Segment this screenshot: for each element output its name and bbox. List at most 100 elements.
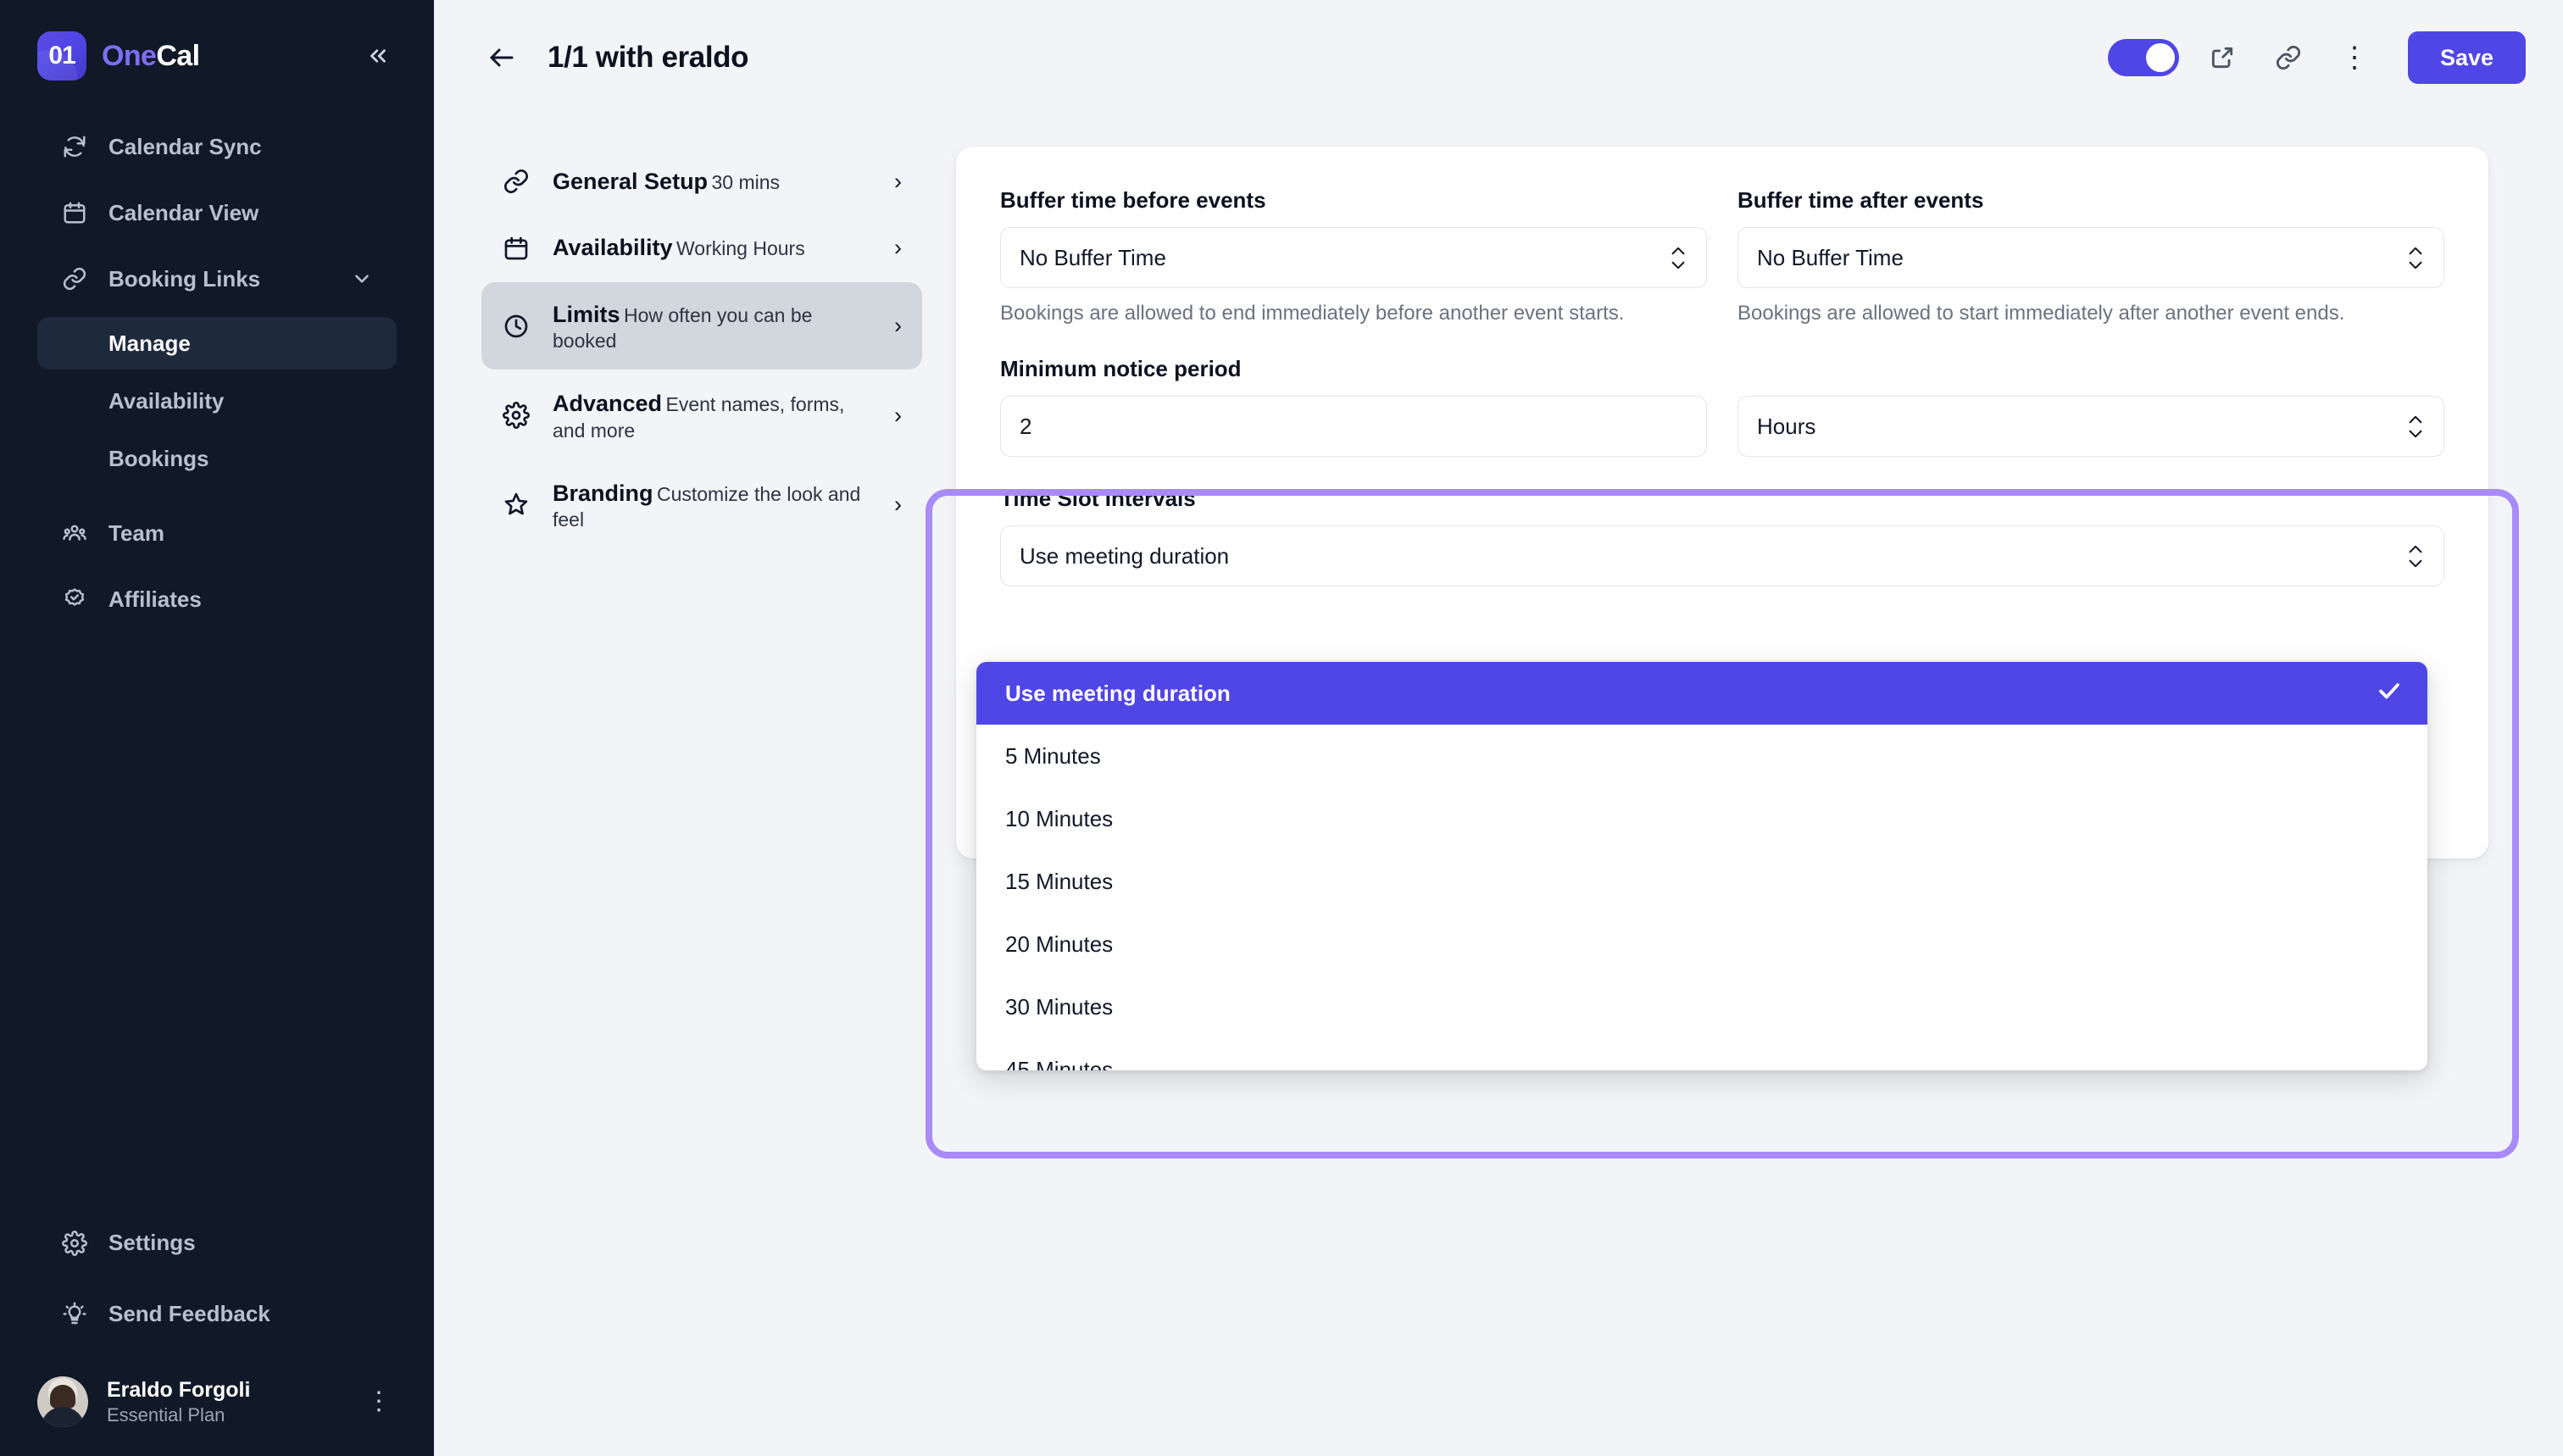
buffer-before-select[interactable]: No Buffer Time (1000, 227, 1707, 288)
minimum-notice-amount-input[interactable]: 2 (1000, 396, 1707, 458)
link-icon (502, 167, 531, 196)
sidebar-item-manage[interactable]: Manage (37, 317, 397, 370)
calendar-icon (61, 199, 88, 226)
sidebar-item-label: Settings (108, 1230, 196, 1256)
buffer-before-label: Buffer time before events (1000, 187, 1266, 213)
dropdown-option-30-minutes[interactable]: 30 Minutes (976, 975, 2427, 1038)
settings-nav-text: General Setup 30 mins (553, 166, 872, 197)
settings-nav-text: Advanced Event names, forms, and more (553, 388, 872, 442)
sidebar-item-booking-links[interactable]: Booking Links (37, 251, 397, 307)
settings-nav-item-availability[interactable]: Availability Working Hours › (481, 215, 922, 280)
sidebar-item-calendar-sync[interactable]: Calendar Sync (37, 119, 397, 175)
settings-nav-item-branding[interactable]: Branding Customize the look and feel › (481, 461, 922, 548)
sync-icon (61, 133, 88, 160)
chevron-right-icon: › (894, 313, 902, 339)
dropdown-option-45-minutes[interactable]: 45 Minutes (976, 1038, 2427, 1071)
settings-nav-title: Advanced (553, 391, 663, 417)
star-icon (502, 490, 531, 519)
arrow-left-icon[interactable] (481, 37, 522, 78)
sidebar-item-availability[interactable]: Availability (37, 375, 397, 427)
brand-name-one: One (102, 39, 157, 72)
minimum-notice-inputs: 2 Hours (1000, 396, 2444, 458)
settings-nav-title: Availability (553, 235, 673, 261)
settings-nav-text: Limits How often you can be booked (553, 299, 872, 353)
settings-nav-title: General Setup (553, 169, 709, 194)
vertical-dots-icon[interactable]: ⋮ (2332, 35, 2377, 81)
page-title: 1/1 with eraldo (548, 41, 749, 74)
clock-icon (502, 312, 531, 341)
app-root: 01 OneCal Calendar Sync Calendar View Bo… (0, 0, 2563, 1456)
topbar: 1/1 with eraldo ⋮ Save (434, 0, 2563, 115)
settings-nav-item-limits[interactable]: Limits How often you can be booked › (481, 281, 922, 370)
settings-nav-item-general-setup[interactable]: General Setup 30 mins › (481, 149, 922, 214)
buffer-after-label: Buffer time after events (1737, 187, 1984, 213)
chevron-right-icon: › (894, 402, 902, 428)
time-slot-intervals-value: Use meeting duration (1020, 542, 1230, 569)
buffer-before-value: No Buffer Time (1020, 244, 1166, 270)
buffer-after-value: No Buffer Time (1757, 244, 1904, 270)
sidebar-subitem-label: Bookings (108, 445, 209, 471)
brand-row: 01 OneCal (37, 29, 397, 83)
vertical-dots-icon[interactable]: ⋮ (361, 1388, 397, 1414)
sidebar-item-settings[interactable]: Settings (37, 1215, 397, 1271)
sidebar-item-send-feedback[interactable]: Send Feedback (37, 1287, 397, 1342)
dropdown-option-label: 20 Minutes (1005, 931, 1114, 957)
dropdown-option-20-minutes[interactable]: 20 Minutes (976, 913, 2427, 975)
sidebar-nav: Calendar Sync Calendar View Booking Link… (37, 119, 397, 637)
dropdown-option-5-minutes[interactable]: 5 Minutes (976, 725, 2427, 787)
dropdown-option-label: 5 Minutes (1005, 742, 1101, 769)
sidebar-item-label: Affiliates (108, 586, 202, 612)
buffer-after-select[interactable]: No Buffer Time (1737, 227, 2444, 288)
external-link-icon[interactable] (2199, 35, 2245, 81)
brand-name-cal: Cal (156, 39, 200, 72)
dropdown-option-use-meeting-duration[interactable]: Use meeting duration (976, 662, 2427, 725)
brand: 01 OneCal (37, 31, 200, 81)
sidebar-item-calendar-view[interactable]: Calendar View (37, 185, 397, 241)
time-slot-intervals-label: Time Slot Intervals (1000, 486, 1196, 512)
avatar (37, 1375, 88, 1427)
time-slot-intervals-select[interactable]: Use meeting duration (1000, 525, 2444, 587)
sidebar-item-label: Calendar Sync (108, 133, 262, 159)
sidebar-item-affiliates[interactable]: Affiliates (37, 571, 397, 627)
settings-nav-subtitle: Working Hours (676, 237, 805, 260)
dropdown-option-15-minutes[interactable]: 15 Minutes (976, 850, 2427, 913)
enable-link-toggle[interactable] (2107, 39, 2179, 76)
chevron-right-icon: › (894, 491, 902, 517)
sidebar-item-label: Calendar View (108, 199, 259, 225)
minimum-notice-unit-select[interactable]: Hours (1737, 396, 2444, 458)
user-name: Eraldo Forgoli (107, 1377, 251, 1402)
chevron-right-icon: › (894, 235, 902, 261)
user-profile-row[interactable]: Eraldo Forgoli Essential Plan ⋮ (0, 1358, 434, 1456)
save-button[interactable]: Save (2407, 31, 2526, 84)
sidebar-item-team[interactable]: Team (37, 505, 397, 561)
dropdown-option-10-minutes[interactable]: 10 Minutes (976, 787, 2427, 850)
chevron-down-icon (351, 268, 373, 290)
sidebar-item-bookings[interactable]: Bookings (37, 432, 397, 485)
link-icon (61, 265, 88, 292)
user-meta: Eraldo Forgoli Essential Plan (107, 1376, 342, 1427)
dropdown-option-label: Use meeting duration (1005, 680, 1231, 706)
settings-nav-item-advanced[interactable]: Advanced Event names, forms, and more › (481, 371, 922, 458)
settings-nav: General Setup 30 mins › Availability Wor… (481, 115, 922, 550)
dropdown-option-label: 15 Minutes (1005, 868, 1114, 894)
onecal-logo-icon: 01 (37, 31, 86, 81)
settings-nav-subtitle: 30 mins (711, 171, 781, 193)
minimum-notice-unit-value: Hours (1757, 413, 1816, 439)
time-slot-intervals-row: Time Slot Intervals Use meeting duration (1000, 486, 2444, 587)
sidebar-item-label: Team (108, 520, 164, 546)
sidebar-item-label: Send Feedback (108, 1301, 270, 1327)
gear-icon (61, 1230, 88, 1257)
time-slot-intervals-dropdown[interactable]: Use meeting duration 5 Minutes 10 Minute… (976, 662, 2427, 1070)
chevrons-left-icon[interactable] (359, 37, 397, 75)
minimum-notice-label: Minimum notice period (1000, 356, 1242, 382)
chevron-updown-icon (2406, 414, 2425, 439)
calendar-icon (502, 234, 531, 263)
dropdown-option-label: 30 Minutes (1005, 993, 1114, 1020)
brand-name: OneCal (102, 39, 200, 73)
sidebar-subitem-label: Availability (108, 387, 225, 414)
copy-link-icon[interactable] (2266, 35, 2311, 81)
minimum-notice-amount-value: 2 (1020, 413, 1032, 439)
sidebar-subitem-label: Manage (108, 330, 191, 356)
toggle-knob (2145, 43, 2175, 72)
